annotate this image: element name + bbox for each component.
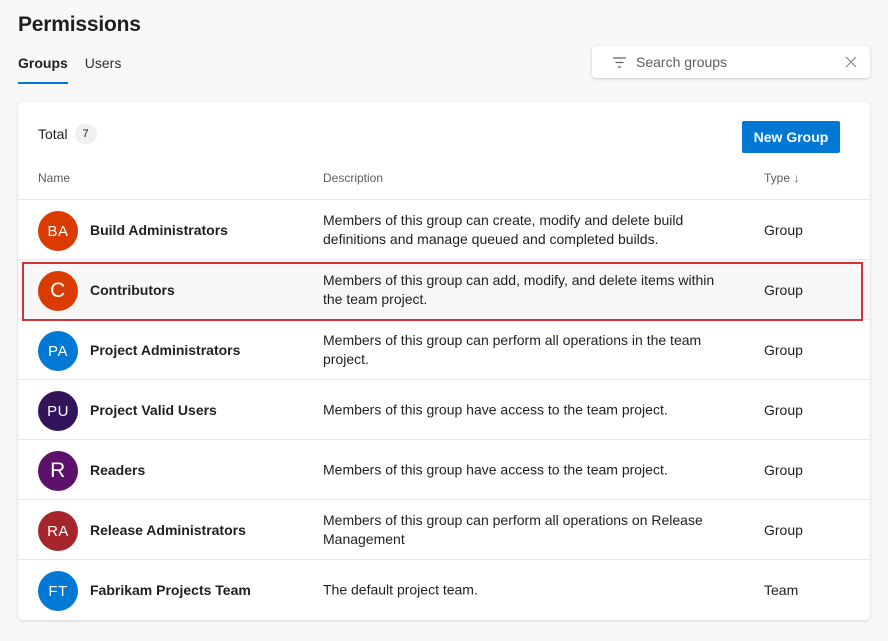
table-row[interactable]: BA Build Administrators Members of this … <box>18 199 870 259</box>
avatar: FT <box>38 571 78 611</box>
search-input[interactable] <box>636 54 844 70</box>
table-row[interactable]: FT Fabrikam Projects Team The default pr… <box>18 559 870 619</box>
group-description: The default project team. <box>323 581 478 597</box>
avatar: R <box>38 451 78 491</box>
permissions-page: Permissions Groups Users Total 7 New Gro… <box>0 0 888 641</box>
total-badge: 7 <box>74 124 97 144</box>
group-description: Members of this group can create, modify… <box>323 211 684 247</box>
group-name: Project Administrators <box>90 342 241 358</box>
avatar: PU <box>38 391 78 431</box>
avatar: PA <box>38 331 78 371</box>
groups-list: BA Build Administrators Members of this … <box>18 199 870 619</box>
filter-icon[interactable] <box>612 55 626 69</box>
avatar: C <box>38 271 78 311</box>
total-count: Total 7 <box>38 124 97 144</box>
group-type: Group <box>764 462 803 478</box>
group-type: Group <box>764 222 803 238</box>
table-row[interactable]: C Contributors Members of this group can… <box>18 259 870 319</box>
close-icon[interactable] <box>844 55 858 69</box>
table-row[interactable]: PU Project Valid Users Members of this g… <box>18 379 870 439</box>
group-description: Members of this group can perform all op… <box>323 511 703 547</box>
group-name: Project Valid Users <box>90 402 217 418</box>
group-type: Team <box>764 582 799 598</box>
page-title: Permissions <box>18 13 141 36</box>
tab-bar: Groups Users <box>18 55 121 84</box>
total-label: Total <box>38 126 68 142</box>
group-description: Members of this group can add, modify, a… <box>323 271 715 307</box>
search-box[interactable] <box>592 46 870 78</box>
group-description: Members of this group can perform all op… <box>323 331 702 367</box>
avatar: BA <box>38 211 78 251</box>
group-type: Group <box>764 522 803 538</box>
avatar: RA <box>38 511 78 551</box>
group-name: Readers <box>90 462 146 478</box>
table-row[interactable]: RA Release Administrators Members of thi… <box>18 499 870 559</box>
group-name: Fabrikam Projects Team <box>90 582 251 598</box>
column-header-type[interactable]: Type ↓ <box>764 171 799 185</box>
group-name: Release Administrators <box>90 522 246 538</box>
tab-users[interactable]: Users <box>85 55 122 84</box>
group-type: Group <box>764 402 803 418</box>
group-type: Group <box>764 342 803 358</box>
column-header-description[interactable]: Description <box>323 171 383 185</box>
group-description: Members of this group have access to the… <box>323 461 668 477</box>
groups-card: Total 7 New Group Name Description Type … <box>18 102 870 620</box>
column-header-name[interactable]: Name <box>38 171 70 185</box>
group-name: Build Administrators <box>90 222 228 238</box>
table-row[interactable]: PA Project Administrators Members of thi… <box>18 319 870 379</box>
group-type: Group <box>764 282 803 298</box>
new-group-button[interactable]: New Group <box>742 121 840 153</box>
group-name: Contributors <box>90 282 175 298</box>
table-row[interactable]: R Readers Members of this group have acc… <box>18 439 870 499</box>
group-description: Members of this group have access to the… <box>323 401 668 417</box>
tab-groups[interactable]: Groups <box>18 55 68 84</box>
